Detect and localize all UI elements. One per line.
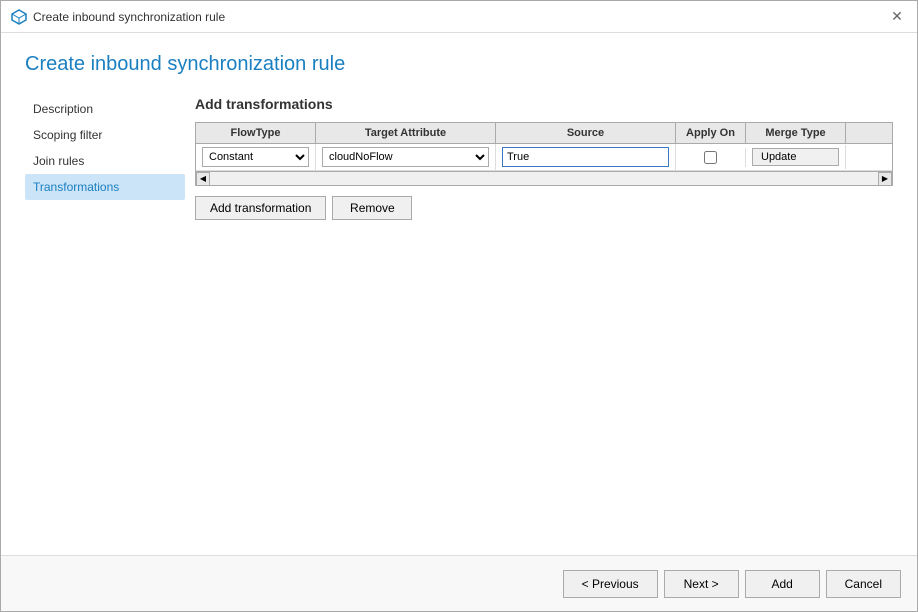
transformations-table: FlowType Target Attribute Source Apply O… <box>195 122 893 186</box>
mergetype-button[interactable]: Update <box>752 148 839 166</box>
title-bar-text: Create inbound synchronization rule <box>33 10 225 24</box>
col-header-target: Target Attribute <box>316 123 496 143</box>
col-header-flowtype: FlowType <box>196 123 316 143</box>
remove-button[interactable]: Remove <box>332 196 412 220</box>
main-window: Create inbound synchronization rule ✕ Cr… <box>0 0 918 612</box>
footer: < Previous Next > Add Cancel <box>1 555 917 611</box>
app-icon <box>11 9 27 25</box>
col-header-applyonce: Apply On <box>676 123 746 143</box>
main-layout: Description Scoping filter Join rules Tr… <box>25 96 893 555</box>
title-bar-left: Create inbound synchronization rule <box>11 9 225 25</box>
add-button[interactable]: Add <box>745 570 820 598</box>
flowtype-select[interactable]: Constant Direct Expression <box>202 147 309 167</box>
scroll-left-button[interactable]: ◀ <box>196 172 210 186</box>
sidebar-item-joinrules[interactable]: Join rules <box>25 148 185 174</box>
close-button[interactable]: ✕ <box>887 7 907 27</box>
page-title: Create inbound synchronization rule <box>25 53 893 76</box>
add-transformation-button[interactable]: Add transformation <box>195 196 326 220</box>
table-row: Constant Direct Expression cloudNoFlow <box>196 144 892 171</box>
sidebar-item-description[interactable]: Description <box>25 96 185 122</box>
target-attribute-select[interactable]: cloudNoFlow <box>322 147 489 167</box>
horizontal-scrollbar: ◀ ▶ <box>196 171 892 185</box>
sidebar-item-transformations[interactable]: Transformations <box>25 174 185 200</box>
cell-mergetype[interactable]: Update <box>746 145 846 169</box>
cell-target[interactable]: cloudNoFlow <box>316 144 496 170</box>
section-title: Add transformations <box>195 96 893 112</box>
content-area: Create inbound synchronization rule Desc… <box>1 33 917 555</box>
previous-button[interactable]: < Previous <box>563 570 658 598</box>
sidebar-item-scoping[interactable]: Scoping filter <box>25 122 185 148</box>
cell-flowtype[interactable]: Constant Direct Expression <box>196 144 316 170</box>
cell-source[interactable] <box>496 144 676 170</box>
table-header: FlowType Target Attribute Source Apply O… <box>196 123 892 144</box>
col-header-source: Source <box>496 123 676 143</box>
col-header-mergetype: Merge Type <box>746 123 846 143</box>
scroll-right-button[interactable]: ▶ <box>878 172 892 186</box>
transformations-panel: Add transformations FlowType Target Attr… <box>185 96 893 555</box>
action-buttons: Add transformation Remove <box>195 196 893 220</box>
cell-applyonce[interactable] <box>676 148 746 167</box>
source-input[interactable] <box>502 147 669 167</box>
title-bar: Create inbound synchronization rule ✕ <box>1 1 917 33</box>
applyonce-checkbox[interactable] <box>704 151 717 164</box>
cancel-button[interactable]: Cancel <box>826 570 901 598</box>
sidebar: Description Scoping filter Join rules Tr… <box>25 96 185 555</box>
next-button[interactable]: Next > <box>664 570 739 598</box>
